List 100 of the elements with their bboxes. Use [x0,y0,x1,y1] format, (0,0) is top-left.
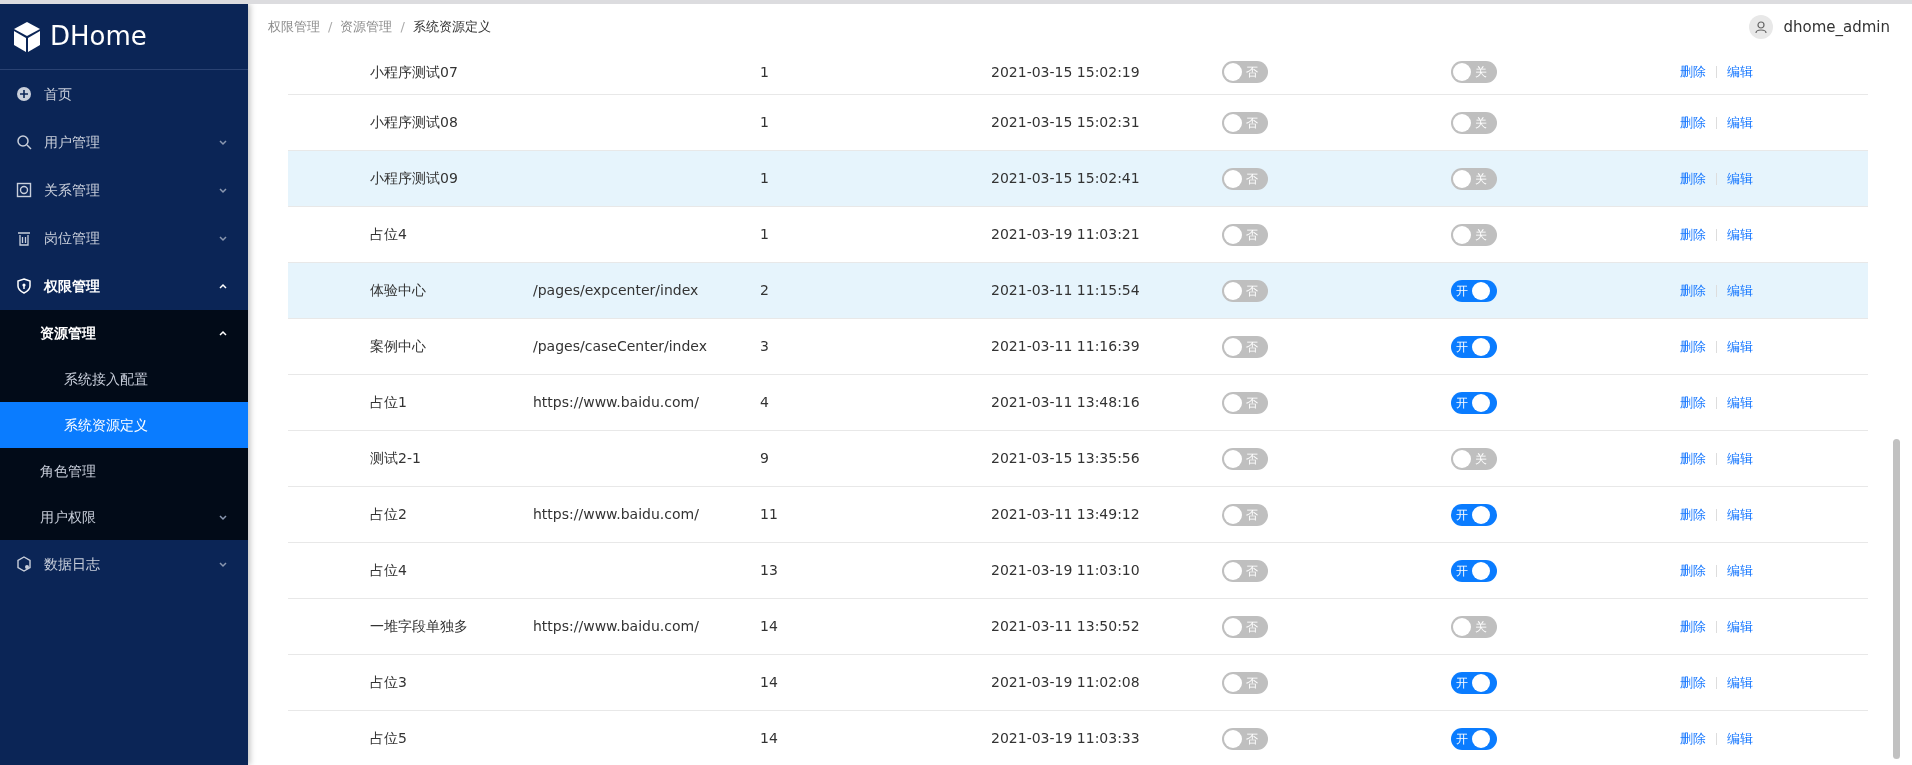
order-cell: 1 [760,170,769,186]
path-cell: https://www.baidu.com/ [533,618,699,634]
path-cell: https://www.baidu.com/ [533,394,699,410]
time-cell: 2021-03-15 15:02:19 [991,63,1140,80]
sidebar-menu-item[interactable]: 系统接入配置 [0,356,248,402]
edit-link[interactable]: 编辑 [1727,224,1753,245]
edit-link[interactable]: 编辑 [1727,392,1753,413]
chevron-icon [218,281,228,291]
sidebar-menu-item[interactable]: 关系管理 [0,166,248,214]
order-cell: 1 [760,114,769,130]
sidebar-menu-item[interactable]: 用户管理 [0,118,248,166]
name-cell: 占位5 [370,730,407,746]
time-cell: 2021-03-19 11:03:33 [991,730,1140,746]
order-cell: 4 [760,394,769,410]
order-cell: 13 [760,562,778,578]
name-cell: 占位4 [370,226,407,242]
order-cell: 14 [760,730,778,746]
time-cell: 2021-03-15 15:02:41 [991,170,1140,186]
order-cell: 9 [760,450,769,466]
toggle-switch[interactable]: 开 [1451,391,1497,414]
name-cell: 小程序测试07 [370,63,458,80]
time-cell: 2021-03-11 13:50:52 [991,618,1140,634]
toggle-switch[interactable]: 开 [1451,671,1497,694]
shield-icon [16,278,32,294]
edit-link[interactable]: 编辑 [1727,728,1753,749]
delete-link[interactable]: 删除 [1680,224,1706,245]
toggle-switch[interactable]: 开 [1451,503,1497,526]
delete-link[interactable]: 删除 [1680,112,1706,133]
order-cell: 11 [760,506,778,522]
sidebar-menu-item[interactable]: 角色管理 [0,448,248,494]
toggle-switch[interactable]: 开 [1451,279,1497,302]
edit-link[interactable]: 编辑 [1727,62,1753,82]
breadcrumb-separator: / [400,18,405,37]
chevron-icon [218,559,228,569]
chevron-icon [218,328,228,338]
time-cell: 2021-03-11 11:16:39 [991,338,1140,354]
order-cell: 2 [760,282,769,298]
delete-link[interactable]: 删除 [1680,672,1706,693]
sidebar-menu-item[interactable]: 数据日志 [0,540,248,588]
delete-link[interactable]: 删除 [1680,62,1706,82]
name-cell: 案例中心 [370,338,426,354]
delete-link[interactable]: 删除 [1680,392,1706,413]
name-cell: 占位3 [370,674,407,690]
time-cell: 2021-03-11 11:15:54 [991,282,1140,298]
edit-link[interactable]: 编辑 [1727,560,1753,581]
user-avatar-icon[interactable] [1749,15,1774,39]
delete-link[interactable]: 删除 [1680,616,1706,637]
order-cell: 1 [760,226,769,242]
delete-link[interactable]: 删除 [1680,560,1706,581]
delete-link[interactable]: 删除 [1680,728,1706,749]
name-cell: 小程序测试09 [370,170,458,186]
sidebar-menu-item[interactable]: 资源管理 [0,310,248,356]
sidebar-menu-item[interactable]: 系统资源定义 [0,402,248,448]
time-cell: 2021-03-19 11:03:21 [991,226,1140,242]
edit-link[interactable]: 编辑 [1727,112,1753,133]
name-cell: 占位4 [370,562,407,578]
cube-icon [16,556,32,572]
toggle-switch[interactable]: 开 [1451,559,1497,582]
edit-link[interactable]: 编辑 [1727,448,1753,469]
chevron-icon [218,185,228,195]
toggle-switch[interactable]: 开 [1451,727,1497,750]
delete-link[interactable]: 删除 [1680,448,1706,469]
order-cell: 14 [760,674,778,690]
toggle-switch[interactable]: 开 [1451,335,1497,358]
trash-icon [16,230,32,246]
name-cell: 一堆字段单独多 [370,618,468,634]
breadcrumb-link[interactable]: 权限管理 [268,17,320,37]
logo-cube-icon [12,20,42,53]
edit-link[interactable]: 编辑 [1727,336,1753,357]
path-cell: https://www.baidu.com/ [533,506,699,522]
delete-link[interactable]: 删除 [1680,336,1706,357]
delete-link[interactable]: 删除 [1680,280,1706,301]
plus-circle-icon [16,86,32,102]
user-name[interactable]: dhome_admin [1783,15,1890,39]
edit-link[interactable]: 编辑 [1727,280,1753,301]
chevron-icon [218,512,228,522]
sidebar-menu-item[interactable]: 首页 [0,70,248,118]
scrollbar-thumb[interactable] [1893,439,1900,759]
delete-link[interactable]: 删除 [1680,168,1706,189]
chevron-icon [218,137,228,147]
path-cell: /pages/expcenter/index [533,282,699,298]
order-cell: 3 [760,338,769,354]
app-logo-text: DHome [50,20,147,53]
sidebar-menu-item[interactable]: 用户权限 [0,494,248,540]
path-cell: /pages/caseCenter/index [533,338,707,354]
edit-link[interactable]: 编辑 [1727,504,1753,525]
time-cell: 2021-03-11 13:48:16 [991,394,1140,410]
breadcrumb-link[interactable]: 资源管理 [340,17,393,37]
name-cell: 小程序测试08 [370,114,458,130]
delete-link[interactable]: 删除 [1680,504,1706,525]
name-cell: 占位1 [370,394,407,410]
sidebar-menu-item[interactable]: 权限管理 [0,262,248,310]
edit-link[interactable]: 编辑 [1727,672,1753,693]
name-cell: 体验中心 [370,282,426,298]
edit-link[interactable]: 编辑 [1727,616,1753,637]
sidebar-menu-item[interactable]: 岗位管理 [0,214,248,262]
breadcrumb-separator: / [328,18,333,37]
chevron-icon [218,233,228,243]
time-cell: 2021-03-15 13:35:56 [991,450,1140,466]
edit-link[interactable]: 编辑 [1727,168,1753,189]
